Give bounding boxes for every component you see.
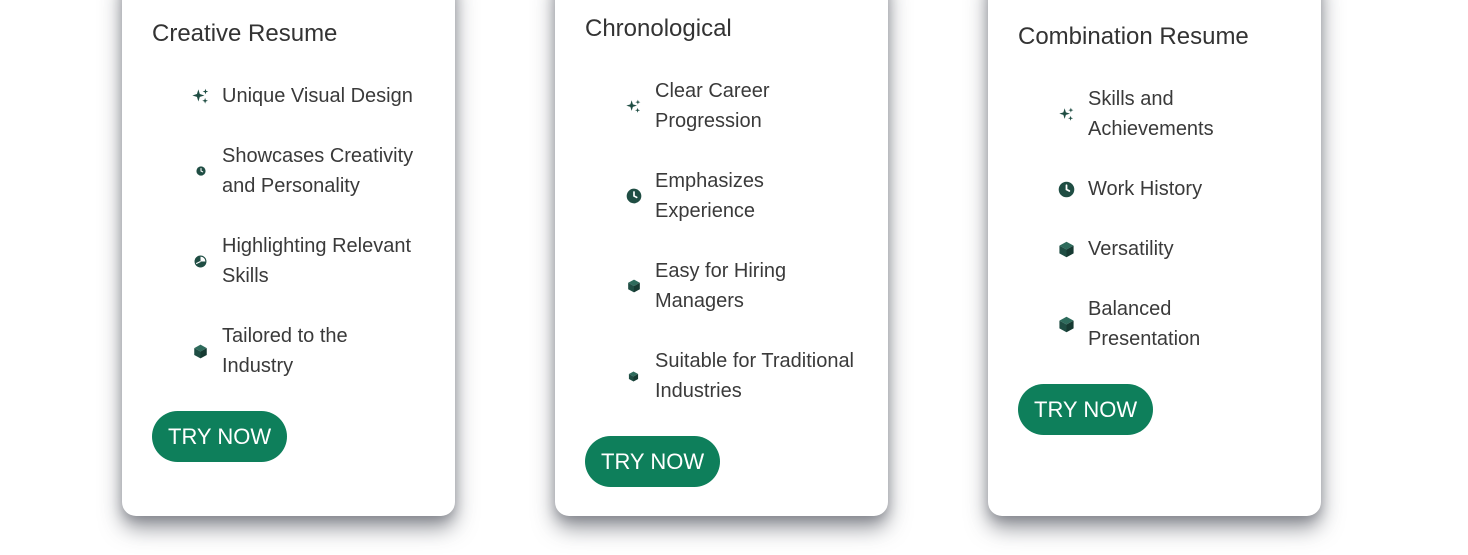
resume-card-chronological: Chronological Clear Career Progression E… [555,0,888,516]
resume-card-creative: Creative Resume Unique Visual Design Sho… [122,0,455,516]
feature-item: Tailored to the Industry [192,321,367,381]
try-now-button[interactable]: TRY NOW [585,436,721,487]
sparkles-icon [1058,106,1075,123]
feature-item: Emphasizes Experience [625,166,805,226]
try-now-button[interactable]: TRY NOW [1018,384,1154,435]
feature-item: Balanced Presentation [1058,294,1238,354]
cube-icon [1058,241,1075,258]
resume-card-combination: Combination Resume Skills and Achievemen… [988,0,1321,516]
feature-item: Highlighting Relevant Skills [192,231,427,291]
feature-item: Showcases Creativity and Personality [192,141,432,201]
feature-item: Suitable for Traditional Industries [625,346,865,406]
sparkles-icon [625,98,642,115]
cube-icon [625,368,642,385]
clock-icon [1058,181,1075,198]
clock-icon [625,188,642,205]
clock-icon [192,163,209,180]
cube-icon [192,343,209,360]
feature-item: Versatility [1058,234,1248,264]
card-title: Combination Resume [1018,23,1249,50]
chart-pie-icon [192,253,209,270]
cube-icon [625,278,642,295]
try-now-button[interactable]: TRY NOW [152,411,288,462]
feature-item: Easy for Hiring Managers [625,256,815,316]
cube-icon [1058,316,1075,333]
card-title: Creative Resume [152,20,338,47]
feature-item: Skills and Achievements [1058,84,1238,144]
sparkles-icon [192,88,209,105]
feature-item: Work History [1058,174,1248,204]
feature-item: Unique Visual Design [192,81,427,111]
card-title: Chronological [585,15,732,42]
feature-item: Clear Career Progression [625,76,805,136]
